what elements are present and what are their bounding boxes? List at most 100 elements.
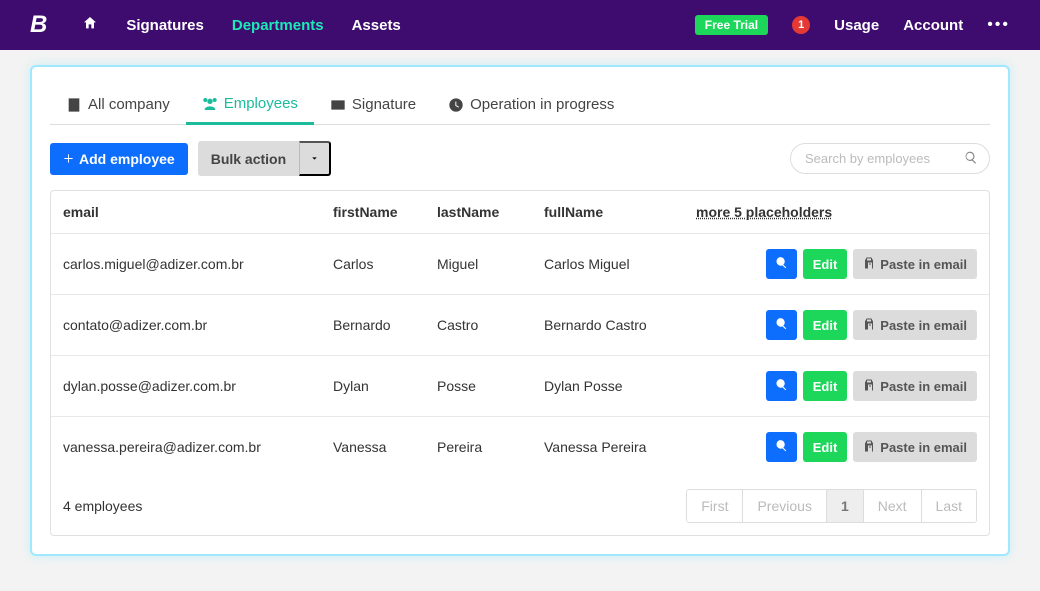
paste-icon <box>863 257 875 272</box>
employees-card: All company Employees Signature Operatio… <box>30 65 1010 556</box>
cell-last: Castro <box>437 317 544 333</box>
edit-button[interactable]: Edit <box>803 432 848 462</box>
pagination: First Previous 1 Next Last <box>686 489 977 523</box>
zoom-icon <box>775 256 788 272</box>
nav-assets[interactable]: Assets <box>352 17 401 34</box>
table-row: vanessa.pereira@adizer.com.br Vanessa Pe… <box>51 417 989 477</box>
toolbar: Add employee Bulk action <box>50 141 990 176</box>
table-row: carlos.miguel@adizer.com.br Carlos Migue… <box>51 234 989 295</box>
edit-button[interactable]: Edit <box>803 371 848 401</box>
id-card-icon <box>330 97 346 113</box>
tab-employees[interactable]: Employees <box>186 85 314 125</box>
card-tabs: All company Employees Signature Operatio… <box>50 85 990 125</box>
edit-button[interactable]: Edit <box>803 310 848 340</box>
tab-label: Employees <box>224 95 298 112</box>
row-actions: Edit Paste in email <box>766 310 977 340</box>
cell-first: Dylan <box>333 378 437 394</box>
page-first[interactable]: First <box>687 490 743 522</box>
paste-button[interactable]: Paste in email <box>853 310 977 340</box>
tab-label: Operation in progress <box>470 96 614 113</box>
row-actions: Edit Paste in email <box>766 249 977 279</box>
home-icon[interactable] <box>82 15 98 35</box>
table-header: email firstName lastName fullName more 5… <box>51 191 989 234</box>
tab-signature[interactable]: Signature <box>314 85 432 124</box>
bulk-action-group: Bulk action <box>198 141 331 176</box>
zoom-button[interactable] <box>766 432 797 462</box>
row-actions: Edit Paste in email <box>766 371 977 401</box>
nav-left: Signatures Departments Assets <box>82 15 400 35</box>
tab-operation[interactable]: Operation in progress <box>432 85 630 124</box>
cell-first: Bernardo <box>333 317 437 333</box>
chevron-down-icon <box>310 151 319 166</box>
nav-right: Free Trial 1 Usage Account ••• <box>695 15 1010 35</box>
notification-badge[interactable]: 1 <box>792 16 810 34</box>
tab-label: Signature <box>352 96 416 113</box>
bulk-action-button[interactable]: Bulk action <box>198 141 299 176</box>
paste-button[interactable]: Paste in email <box>853 432 977 462</box>
search-input[interactable] <box>790 143 990 174</box>
paste-label: Paste in email <box>880 440 967 455</box>
table-row: contato@adizer.com.br Bernardo Castro Be… <box>51 295 989 356</box>
col-last: lastName <box>437 204 544 220</box>
navbar: B Signatures Departments Assets Free Tri… <box>0 0 1040 50</box>
cell-last: Pereira <box>437 439 544 455</box>
cell-first: Vanessa <box>333 439 437 455</box>
edit-button[interactable]: Edit <box>803 249 848 279</box>
page-last[interactable]: Last <box>922 490 976 522</box>
paste-label: Paste in email <box>880 257 967 272</box>
brand-logo[interactable]: B <box>30 11 47 39</box>
more-placeholders-link[interactable]: more 5 placeholders <box>696 204 832 220</box>
col-first: firstName <box>333 204 437 220</box>
cell-last: Posse <box>437 378 544 394</box>
col-email: email <box>63 204 333 220</box>
add-employee-button[interactable]: Add employee <box>50 143 188 175</box>
paste-label: Paste in email <box>880 318 967 333</box>
cell-full: Carlos Miguel <box>544 256 696 272</box>
zoom-icon <box>775 317 788 333</box>
search-wrap <box>790 143 990 174</box>
page-prev[interactable]: Previous <box>743 490 826 522</box>
employee-count: 4 employees <box>63 498 142 514</box>
edit-label: Edit <box>813 440 838 455</box>
cell-full: Dylan Posse <box>544 378 696 394</box>
nav-account[interactable]: Account <box>903 17 963 34</box>
clock-icon <box>448 97 464 113</box>
col-full: fullName <box>544 204 696 220</box>
plus-icon <box>63 151 74 167</box>
bulk-action-caret[interactable] <box>299 141 331 176</box>
page-current[interactable]: 1 <box>827 490 864 522</box>
nav-usage[interactable]: Usage <box>834 17 879 34</box>
edit-label: Edit <box>813 257 838 272</box>
edit-label: Edit <box>813 318 838 333</box>
cell-full: Vanessa Pereira <box>544 439 696 455</box>
edit-label: Edit <box>813 379 838 394</box>
building-icon <box>66 97 82 113</box>
table-row: dylan.posse@adizer.com.br Dylan Posse Dy… <box>51 356 989 417</box>
paste-icon <box>863 440 875 455</box>
zoom-button[interactable] <box>766 249 797 279</box>
zoom-button[interactable] <box>766 310 797 340</box>
paste-button[interactable]: Paste in email <box>853 371 977 401</box>
add-employee-label: Add employee <box>79 151 175 167</box>
zoom-icon <box>775 439 788 455</box>
nav-signatures[interactable]: Signatures <box>126 17 204 34</box>
table-footer: 4 employees First Previous 1 Next Last <box>51 477 989 535</box>
paste-icon <box>863 318 875 333</box>
paste-label: Paste in email <box>880 379 967 394</box>
users-icon <box>202 96 218 112</box>
cell-full: Bernardo Castro <box>544 317 696 333</box>
nav-departments[interactable]: Departments <box>232 17 324 34</box>
paste-button[interactable]: Paste in email <box>853 249 977 279</box>
cell-email: dylan.posse@adizer.com.br <box>63 378 333 394</box>
cell-email: vanessa.pereira@adizer.com.br <box>63 439 333 455</box>
cell-email: carlos.miguel@adizer.com.br <box>63 256 333 272</box>
page-next[interactable]: Next <box>864 490 922 522</box>
paste-icon <box>863 379 875 394</box>
tab-label: All company <box>88 96 170 113</box>
search-icon[interactable] <box>964 150 978 167</box>
tab-all-company[interactable]: All company <box>50 85 186 124</box>
zoom-button[interactable] <box>766 371 797 401</box>
more-menu-icon[interactable]: ••• <box>987 16 1010 34</box>
employees-table: email firstName lastName fullName more 5… <box>50 190 990 536</box>
free-trial-badge[interactable]: Free Trial <box>695 15 768 35</box>
